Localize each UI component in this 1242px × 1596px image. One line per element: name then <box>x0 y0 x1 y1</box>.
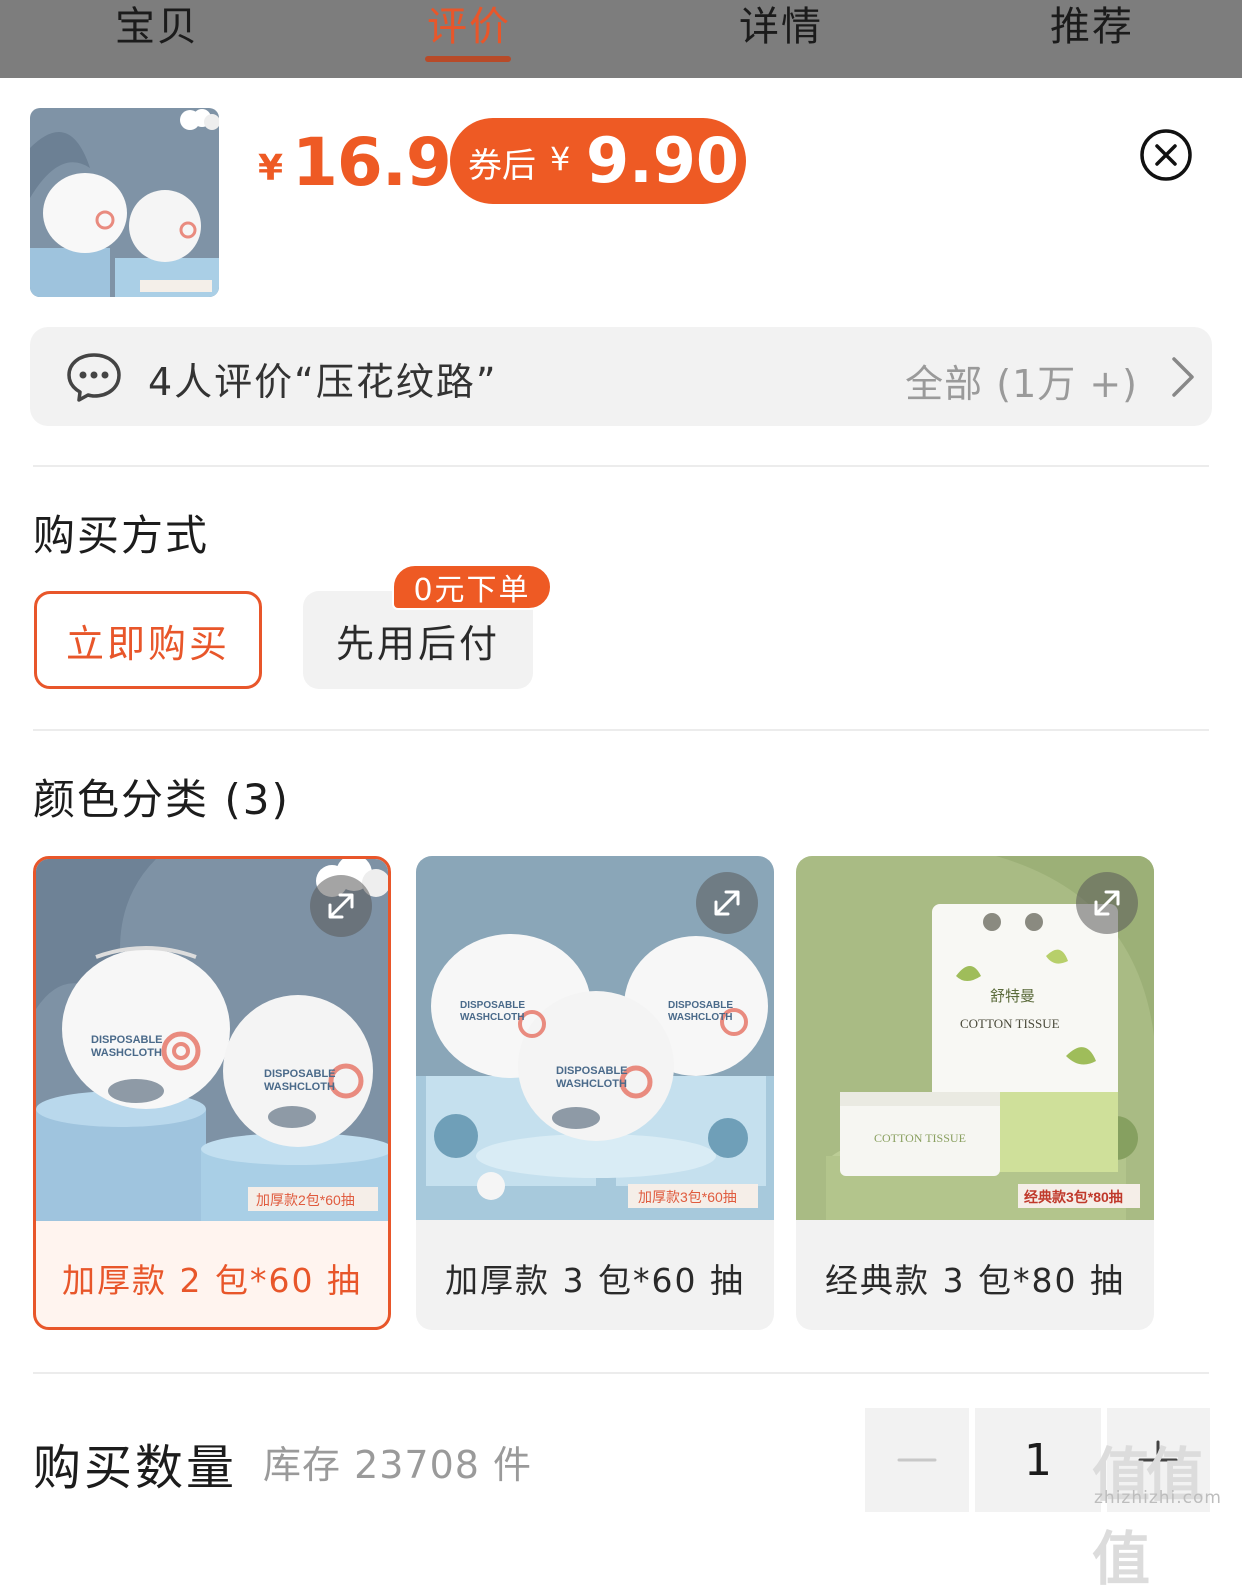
all-reviews-link[interactable]: 全部 (1万 +) <box>905 353 1138 408</box>
sku-label: 加厚款 3 包*60 抽 <box>445 1261 745 1300</box>
sku-image: DISPOSABLE WASHCLOTH DISPOSABLE WASHCLOT… <box>36 859 388 1221</box>
active-tab-indicator <box>425 56 511 62</box>
watermark-site: zhizhizhi.com <box>1094 1488 1222 1508</box>
divider <box>33 1372 1209 1374</box>
svg-text:WASHCLOTH: WASHCLOTH <box>91 1047 162 1059</box>
svg-text:DISPOSABLE: DISPOSABLE <box>668 1000 733 1011</box>
sku-label: 经典款 3 包*80 抽 <box>825 1261 1125 1300</box>
divider <box>33 729 1209 731</box>
sku-image: 舒特曼 COTTON TISSUE COTTON TISSUE 经典款3包*80… <box>796 856 1154 1220</box>
tab-details[interactable]: 详情 <box>739 0 823 52</box>
quantity-value[interactable]: 1 <box>975 1408 1101 1512</box>
svg-text:DISPOSABLE: DISPOSABLE <box>460 1000 525 1011</box>
expand-icon[interactable] <box>696 872 758 934</box>
purchase-method-title: 购买方式 <box>33 511 210 560</box>
expand-icon[interactable] <box>1076 872 1138 934</box>
stock-count: 库存 23708 件 <box>263 1443 533 1487</box>
zero-yuan-badge: 0元下单 <box>392 564 552 610</box>
coupon-currency: ¥ <box>550 140 571 178</box>
expand-icon[interactable] <box>310 875 372 937</box>
svg-text:COTTON TISSUE: COTTON TISSUE <box>960 1016 1060 1031</box>
close-icon[interactable] <box>1139 128 1193 182</box>
svg-text:WASHCLOTH: WASHCLOTH <box>460 1012 524 1023</box>
sku-option-thick-3pack[interactable]: DISPOSABLE WASHCLOTH DISPOSABLE WASHCLOT… <box>416 856 774 1330</box>
svg-text:DISPOSABLE: DISPOSABLE <box>91 1034 163 1046</box>
price-currency: ¥ <box>258 148 284 189</box>
svg-text:DISPOSABLE: DISPOSABLE <box>264 1068 336 1080</box>
svg-text:加厚款3包*60抽: 加厚款3包*60抽 <box>638 1189 737 1205</box>
quantity-title: 购买数量 <box>33 1440 238 1496</box>
review-summary-bar[interactable]: 4人评价“压花纹路” 全部 (1万 +) <box>30 327 1212 426</box>
color-category-title: 颜色分类 (3) <box>33 775 290 824</box>
sku-option-thick-2pack[interactable]: DISPOSABLE WASHCLOTH DISPOSABLE WASHCLOT… <box>33 856 391 1330</box>
svg-text:经典款3包*80抽: 经典款3包*80抽 <box>1024 1189 1123 1205</box>
tab-recommend[interactable]: 推荐 <box>1050 0 1134 52</box>
svg-text:WASHCLOTH: WASHCLOTH <box>556 1078 627 1090</box>
review-summary-text: 4人评价“压花纹路” <box>148 360 498 404</box>
sku-image: DISPOSABLE WASHCLOTH DISPOSABLE WASHCLOT… <box>416 856 774 1220</box>
buy-now-option[interactable]: 立即购买 <box>34 591 262 689</box>
svg-text:加厚款2包*60抽: 加厚款2包*60抽 <box>256 1192 355 1208</box>
tab-baobei[interactable]: 宝贝 <box>115 0 199 52</box>
coupon-price: 9.90 <box>586 124 739 197</box>
divider <box>33 465 1209 467</box>
svg-text:WASHCLOTH: WASHCLOTH <box>668 1012 732 1023</box>
top-tab-bar: 宝贝 评价 详情 推荐 <box>0 0 1242 78</box>
price: 16.9 <box>292 124 452 201</box>
watermark-logo: 值值值 <box>1092 1441 1204 1593</box>
product-thumbnail[interactable] <box>30 108 219 297</box>
svg-text:WASHCLOTH: WASHCLOTH <box>264 1081 335 1093</box>
chevron-right-icon <box>1168 355 1196 399</box>
sku-label: 加厚款 2 包*60 抽 <box>62 1261 362 1300</box>
svg-text:舒特曼: 舒特曼 <box>990 988 1035 1005</box>
sku-option-classic-3pack[interactable]: 舒特曼 COTTON TISSUE COTTON TISSUE 经典款3包*80… <box>796 856 1154 1330</box>
tab-reviews[interactable]: 评价 <box>427 0 511 52</box>
comment-icon <box>66 351 122 403</box>
svg-text:DISPOSABLE: DISPOSABLE <box>556 1065 628 1077</box>
svg-text:COTTON TISSUE: COTTON TISSUE <box>874 1131 966 1145</box>
decrease-button[interactable] <box>865 1408 969 1512</box>
coupon-price-badge: 券后 ¥ 9.90 <box>450 118 746 204</box>
coupon-label: 券后 <box>468 146 536 186</box>
